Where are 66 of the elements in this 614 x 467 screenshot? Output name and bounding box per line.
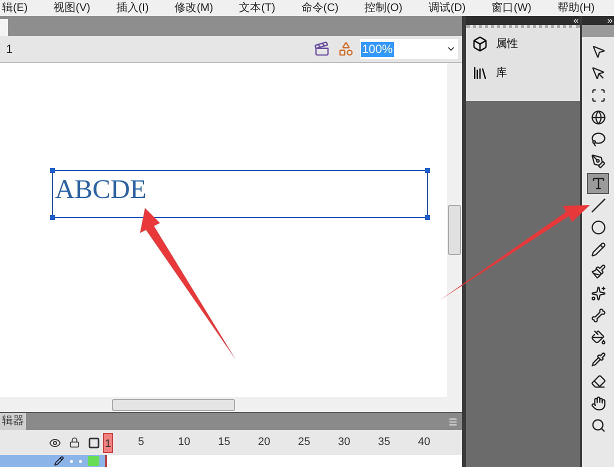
- horizontal-scrollbar[interactable]: [0, 397, 462, 412]
- frame-number[interactable]: 5: [137, 434, 146, 451]
- paint-bucket-icon: [590, 330, 606, 345]
- panel-label[interactable]: 库: [496, 64, 507, 81]
- panel-label[interactable]: 属性: [496, 36, 518, 52]
- menu-item[interactable]: 修改(M): [174, 2, 214, 14]
- frame-number[interactable]: 1: [103, 432, 114, 452]
- frame-number[interactable]: 10: [177, 434, 192, 451]
- frame-number[interactable]: 35: [377, 434, 392, 451]
- sparkles-icon: [590, 286, 606, 301]
- vertical-scrollbar[interactable]: [447, 63, 462, 397]
- scrollbar-thumb[interactable]: [112, 398, 235, 410]
- collapse-icon[interactable]: [572, 16, 580, 24]
- menu-item[interactable]: 控制(O): [364, 2, 402, 14]
- menu-item[interactable]: 命令(C): [301, 2, 339, 14]
- hand-icon: [590, 396, 606, 411]
- outline-color-swatch[interactable]: [88, 456, 99, 466]
- line-icon: [590, 198, 606, 213]
- eyedropper-icon: [590, 352, 606, 367]
- eye-icon[interactable]: [49, 436, 61, 448]
- zoom-icon: [590, 418, 606, 433]
- resize-handle[interactable]: [50, 215, 55, 220]
- pointer-icon: [590, 66, 606, 81]
- text-field[interactable]: ABCDE: [52, 170, 428, 218]
- bone-icon: [590, 308, 606, 323]
- menu-item[interactable]: 窗口(W): [492, 2, 532, 14]
- sphere-icon: [590, 110, 606, 125]
- expand-icon[interactable]: [606, 16, 614, 24]
- panel-menu-icon[interactable]: [448, 416, 458, 426]
- stage-text: ABCDE: [55, 174, 147, 204]
- outline-icon[interactable]: [88, 436, 100, 448]
- eraser-icon: [590, 374, 606, 389]
- lock-icon[interactable]: [69, 437, 80, 448]
- frame-number[interactable]: 30: [337, 434, 352, 451]
- panel-tab[interactable]: 辑器: [0, 413, 26, 430]
- resize-handle[interactable]: [425, 215, 430, 220]
- oval-icon: [590, 220, 606, 235]
- frame-number[interactable]: 15: [217, 434, 232, 451]
- lasso-icon: [590, 132, 606, 147]
- scrollbar-thumb[interactable]: [448, 205, 461, 255]
- pen-icon: [590, 154, 606, 169]
- resize-handle[interactable]: [50, 168, 55, 173]
- properties-icon[interactable]: [472, 36, 488, 52]
- menu-item[interactable]: 辑(E): [2, 2, 28, 14]
- menu-item[interactable]: 视图(V): [54, 2, 90, 14]
- scene-breadcrumb: 1: [6, 41, 13, 58]
- menu-item[interactable]: 文本(T): [239, 2, 276, 14]
- text-tool-icon: [590, 176, 606, 191]
- frame-number[interactable]: 25: [297, 434, 312, 451]
- library-icon[interactable]: [472, 64, 488, 81]
- menu-item[interactable]: 帮助(H): [557, 2, 595, 14]
- zoom-value: 100%: [361, 42, 394, 56]
- resize-handle[interactable]: [425, 168, 430, 173]
- transform-icon: [590, 88, 606, 103]
- tools-panel-gripper[interactable]: [582, 25, 614, 37]
- menu-item[interactable]: 插入(I): [116, 2, 149, 14]
- selection-arrow-icon: [590, 44, 606, 59]
- menu-item[interactable]: 调试(D): [428, 2, 466, 14]
- tool-button[interactable]: [587, 173, 609, 194]
- frame-number[interactable]: 20: [257, 434, 272, 451]
- clapperboard-icon[interactable]: [314, 41, 330, 57]
- brush-icon: [590, 264, 606, 279]
- shapes-icon[interactable]: [338, 41, 354, 57]
- pencil-icon: [54, 456, 64, 466]
- pencil-icon: [590, 242, 606, 257]
- frame-number[interactable]: 40: [417, 434, 432, 451]
